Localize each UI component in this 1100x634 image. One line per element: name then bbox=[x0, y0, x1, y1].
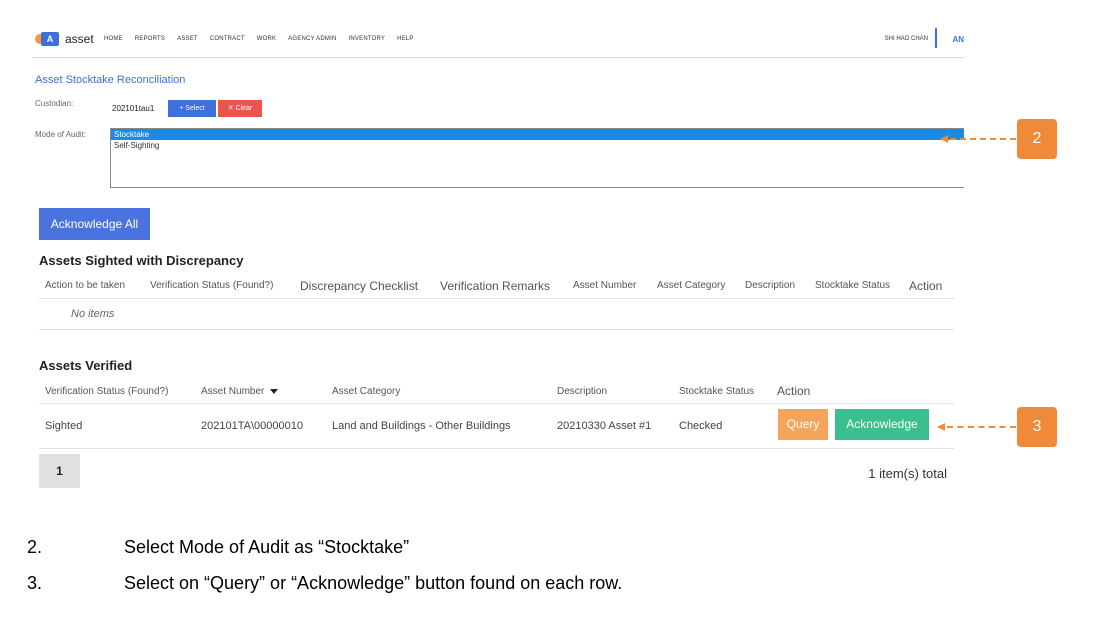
select-button[interactable]: + Select bbox=[168, 100, 216, 117]
custodian-value: 202101tau1 bbox=[112, 104, 155, 113]
instruction-number: 3. bbox=[27, 573, 43, 593]
nav-reports[interactable]: REPORTS bbox=[135, 36, 165, 42]
page-title: Asset Stocktake Reconciliation bbox=[35, 74, 186, 86]
nav-asset[interactable]: ASSET bbox=[177, 36, 198, 42]
option-self-sighting[interactable]: Self-Sighting bbox=[111, 140, 964, 151]
clear-button[interactable]: ✕ Clear bbox=[218, 100, 262, 117]
table-divider bbox=[39, 329, 954, 330]
callout-arrow-icon bbox=[937, 423, 945, 431]
user-name[interactable]: SHI HAO CHAN bbox=[885, 36, 928, 42]
col-description: Description bbox=[557, 386, 608, 397]
user-divider bbox=[935, 28, 937, 48]
col-action: Action bbox=[777, 384, 811, 398]
nav-help[interactable]: HELP bbox=[397, 36, 413, 42]
user-initials[interactable]: AN bbox=[952, 35, 964, 44]
cell-category: Land and Buildings - Other Buildings bbox=[332, 420, 511, 432]
nav-work[interactable]: WORK bbox=[257, 36, 276, 42]
top-nav-bar: A asset HOME REPORTS ASSET CONTRACT WORK… bbox=[32, 28, 964, 58]
col-description: Description bbox=[745, 280, 796, 291]
logo-text: asset bbox=[65, 32, 94, 46]
table-divider bbox=[39, 448, 954, 449]
cell-description: 20210330 Asset #1 bbox=[557, 420, 652, 432]
col-verification-status: Verification Status (Found?) bbox=[150, 280, 274, 291]
nav-home[interactable]: HOME bbox=[104, 36, 123, 42]
col-asset-number: Asset Number bbox=[573, 280, 637, 291]
nav-contract[interactable]: CONTRACT bbox=[210, 36, 245, 42]
callout-arrow-icon bbox=[940, 135, 948, 143]
main-menu: HOME REPORTS ASSET CONTRACT WORK AGENCY … bbox=[104, 36, 414, 42]
cell-stocktake-status: Checked bbox=[679, 420, 723, 432]
total-count: 1 item(s) total bbox=[868, 466, 947, 481]
col-action: Action bbox=[909, 279, 943, 293]
col-asset-number[interactable]: Asset Number bbox=[201, 386, 279, 397]
instruction-number: 2. bbox=[27, 537, 43, 557]
instruction-text: Select Mode of Audit as “Stocktake” bbox=[124, 537, 410, 557]
table-divider bbox=[39, 403, 954, 404]
option-stocktake[interactable]: Stocktake bbox=[111, 129, 964, 140]
col-verification-status: Verification Status (Found?) bbox=[45, 386, 169, 397]
col-asset-category: Asset Category bbox=[657, 280, 726, 291]
callout-2: 2 bbox=[1017, 119, 1057, 159]
sort-desc-icon[interactable] bbox=[270, 388, 279, 394]
mode-of-audit-listbox[interactable]: Stocktake Self-Sighting bbox=[110, 128, 964, 188]
query-button[interactable]: Query bbox=[778, 409, 828, 440]
pagination-page-1[interactable]: 1 bbox=[39, 454, 80, 488]
callout-3: 3 bbox=[1017, 407, 1057, 447]
custodian-label: Custodian: bbox=[35, 99, 74, 108]
empty-state-text: No items bbox=[71, 308, 115, 320]
table-divider bbox=[39, 298, 954, 299]
verified-section-title: Assets Verified bbox=[39, 358, 133, 373]
col-stocktake-status: Stocktake Status bbox=[815, 280, 891, 291]
cell-asset-number: 202101TA\00000010 bbox=[201, 420, 303, 432]
col-discrepancy-checklist: Discrepancy Checklist bbox=[300, 279, 419, 293]
nav-inventory[interactable]: INVENTORY bbox=[349, 36, 386, 42]
col-asset-category: Asset Category bbox=[332, 386, 401, 397]
col-stocktake-status: Stocktake Status bbox=[679, 386, 755, 397]
logo-icon: A bbox=[35, 32, 59, 46]
acknowledge-all-button[interactable]: Acknowledge All bbox=[39, 208, 150, 240]
acknowledge-button[interactable]: Acknowledge bbox=[835, 409, 929, 440]
discrepancy-section-title: Assets Sighted with Discrepancy bbox=[39, 253, 244, 268]
col-action-to-be-taken: Action to be taken bbox=[45, 280, 126, 291]
app-logo[interactable]: A asset bbox=[35, 32, 94, 46]
callout-connector bbox=[947, 426, 1016, 428]
instruction-text: Select on “Query” or “Acknowledge” butto… bbox=[124, 573, 623, 593]
col-verification-remarks: Verification Remarks bbox=[440, 279, 551, 293]
cell-status: Sighted bbox=[45, 420, 83, 432]
callout-connector bbox=[950, 138, 1016, 140]
nav-agency-admin[interactable]: AGENCY ADMIN bbox=[288, 36, 336, 42]
mode-of-audit-label: Mode of Audit: bbox=[35, 130, 87, 139]
